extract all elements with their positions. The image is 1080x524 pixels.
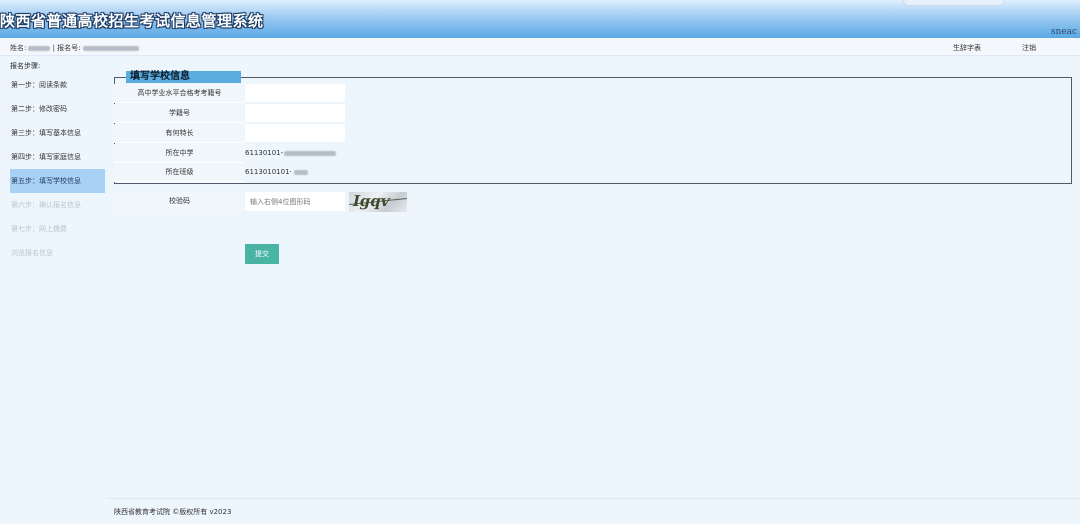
form-row-specialty: 有何特长 — [114, 124, 345, 143]
form-row-class: 所在班级 6113010101· — [114, 163, 345, 182]
form-row-exam-id: 高中学业水平合格考考籍号 — [114, 84, 345, 103]
redacted-name — [28, 45, 51, 51]
captcha-image-text: Igqv — [351, 192, 392, 210]
form-row-student-id: 学籍号 — [114, 104, 345, 123]
sidebar-item-step-3[interactable]: 第三步：填写基本信息 — [10, 121, 105, 145]
class-value: 6113010101· — [245, 163, 345, 182]
sidebar-item-step-4[interactable]: 第四步：填写家庭信息 — [10, 145, 105, 169]
field-label: 学籍号 — [114, 104, 245, 123]
captcha-input[interactable] — [245, 192, 345, 211]
sidebar-item-step-6: 第六步：确认报名信息 — [11, 201, 81, 209]
system-title: 陕西省普通高校招生考试信息管理系统 — [0, 12, 264, 30]
name-label: 姓名: — [10, 44, 27, 52]
header-search-box[interactable] — [903, 0, 1005, 6]
user-bar: 姓名: | 报名号: 生辞字表 注销 — [0, 38, 1080, 56]
user-info: 姓名: | 报名号: — [10, 43, 139, 53]
exam-id-field[interactable] — [245, 84, 345, 103]
form-row-school: 所在中学 61130101- — [114, 144, 345, 163]
captcha-row: 校验码 — [114, 192, 345, 211]
registration-number-label: | 报名号: — [52, 44, 81, 52]
sidebar-item-step-7: 第七步：网上缴费 — [11, 225, 67, 233]
school-value: 61130101- — [245, 144, 345, 163]
field-label: 高中学业水平合格考考籍号 — [114, 84, 245, 103]
print-link[interactable]: 生辞字表 — [953, 43, 981, 53]
fieldset-legend: 填写学校信息 — [126, 71, 241, 83]
sidebar-item-browse: 浏览报名信息 — [11, 249, 53, 257]
field-label: 所在班级 — [114, 163, 245, 182]
submit-button[interactable]: 提交 — [245, 244, 279, 264]
header-banner: 陕西省普通高校招生考试信息管理系统 sneac — [0, 0, 1080, 38]
redacted-registration-number — [82, 45, 139, 51]
footer-copyright: 陕西省教育考试院 ©版权所有 v2023 — [114, 508, 232, 516]
captcha-image[interactable]: Igqv — [349, 192, 407, 212]
sidebar-item-step-5[interactable]: 第五步：填写学校信息 — [10, 169, 105, 193]
specialty-field[interactable] — [245, 124, 345, 143]
field-label: 所在中学 — [114, 144, 245, 163]
steps-title: 报名步骤: — [10, 62, 41, 70]
captcha-label: 校验码 — [114, 192, 245, 211]
footer-divider — [106, 498, 1080, 499]
sneac-logo: sneac — [1050, 27, 1077, 37]
sidebar-item-step-2[interactable]: 第二步：修改密码 — [10, 97, 105, 121]
field-label: 有何特长 — [114, 124, 245, 143]
logout-link[interactable]: 注销 — [1022, 43, 1036, 53]
steps-sidebar: 第一步：阅读条款 第二步：修改密码 第三步：填写基本信息 第四步：填写家庭信息 … — [10, 73, 105, 265]
student-id-field[interactable] — [245, 104, 345, 123]
sidebar-item-step-1[interactable]: 第一步：阅读条款 — [10, 73, 105, 97]
